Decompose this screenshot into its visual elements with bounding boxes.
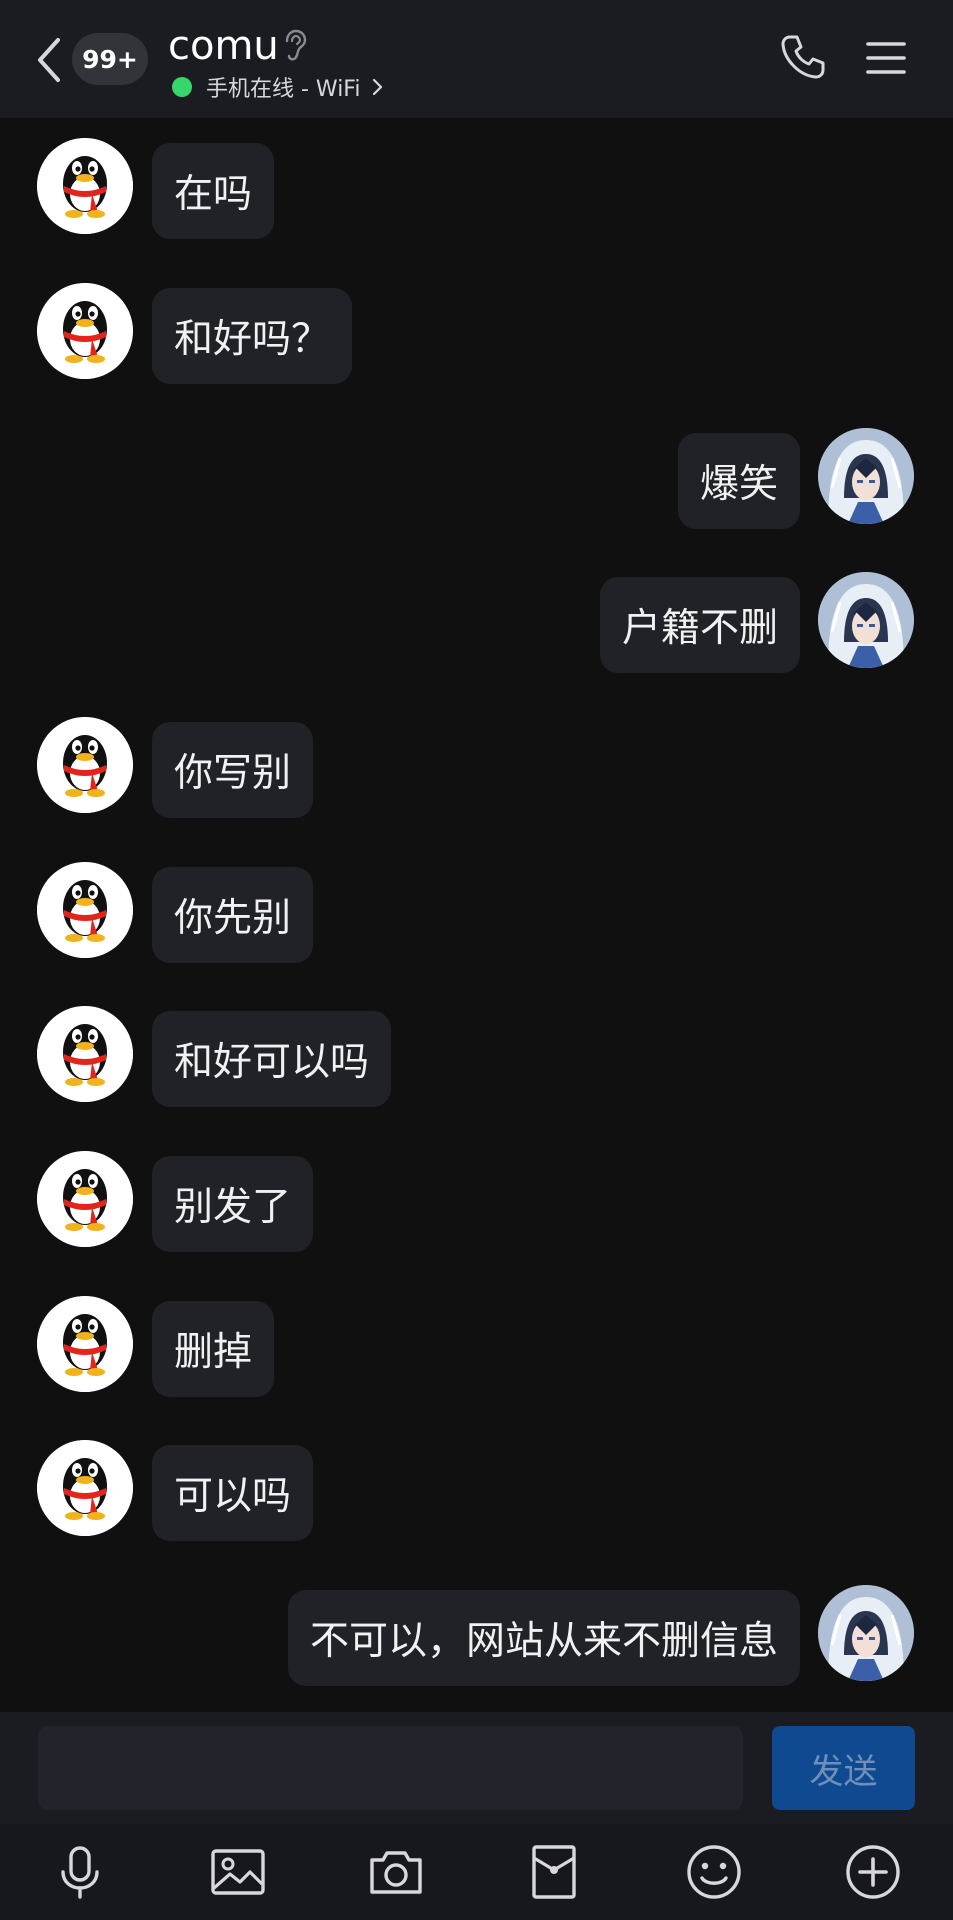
send-button[interactable]: 发送 [772,1726,915,1810]
unread-count-badge[interactable]: 99+ [72,33,148,85]
message-bubble[interactable]: 爆笑 [677,433,800,529]
message-bubble[interactable]: 户籍不删 [599,577,800,673]
message-incoming: 删掉 [0,1296,953,1397]
contact-avatar[interactable] [37,1440,133,1536]
message-bubble[interactable]: 你先别 [152,867,314,963]
penguin-avatar-icon [37,1296,133,1392]
message-outgoing: 不可以，网站从来不删信息 [0,1585,953,1686]
message-outgoing: 户籍不删 [0,572,953,673]
contact-name[interactable]: comu [168,20,279,72]
penguin-avatar-icon [37,717,133,813]
message-incoming: 可以吗 [0,1440,953,1541]
emoji-icon[interactable] [684,1842,744,1902]
message-incoming: 你先别 [0,862,953,963]
user-avatar[interactable] [818,572,914,668]
penguin-avatar-icon [37,138,133,234]
plus-icon[interactable] [843,1842,903,1902]
message-bubble[interactable]: 可以吗 [152,1445,314,1541]
anime-avatar-icon [818,1585,914,1681]
anime-avatar-icon [818,572,914,668]
penguin-avatar-icon [37,1151,133,1247]
contact-avatar[interactable] [37,1151,133,1247]
image-icon[interactable] [208,1842,268,1902]
message-bubble[interactable]: 删掉 [152,1301,275,1397]
contact-avatar[interactable] [37,717,133,813]
contact-avatar[interactable] [37,283,133,379]
chevron-right-icon [373,78,383,96]
red-packet-icon[interactable] [524,1842,584,1902]
penguin-avatar-icon [37,1006,133,1102]
user-avatar[interactable] [818,428,914,524]
contact-avatar[interactable] [37,1006,133,1102]
penguin-avatar-icon [37,283,133,379]
message-incoming: 你写别 [0,717,953,818]
phone-call-icon[interactable] [778,32,828,82]
back-chevron-icon[interactable] [34,36,64,84]
user-avatar[interactable] [818,1585,914,1681]
contact-avatar[interactable] [37,138,133,234]
microphone-icon[interactable] [50,1842,110,1902]
online-status[interactable]: 手机在线 - WiFi [172,72,384,102]
message-incoming: 和好吗？ [0,283,953,384]
message-bubble[interactable]: 在吗 [152,143,275,239]
message-incoming: 别发了 [0,1151,953,1252]
anime-avatar-icon [818,428,914,524]
message-outgoing: 爆笑 [0,428,953,529]
contact-avatar[interactable] [37,1296,133,1392]
online-status-text: 手机在线 - WiFi [206,77,361,102]
penguin-avatar-icon [37,862,133,958]
composer-toolbar [0,1824,953,1920]
camera-icon[interactable] [366,1842,426,1902]
ear-icon [285,29,307,61]
message-bubble[interactable]: 和好可以吗 [152,1011,392,1107]
message-bubble[interactable]: 你写别 [152,722,314,818]
online-dot-icon [172,77,192,97]
composer-bar: 发送 [0,1712,953,1824]
message-bubble[interactable]: 和好吗？ [152,288,353,384]
message-incoming: 和好可以吗 [0,1006,953,1107]
menu-icon[interactable] [866,40,906,76]
message-bubble[interactable]: 别发了 [152,1156,314,1252]
message-bubble[interactable]: 不可以，网站从来不删信息 [287,1590,800,1686]
message-input[interactable] [38,1726,743,1810]
message-incoming: 在吗 [0,138,953,239]
penguin-avatar-icon [37,1440,133,1536]
chat-header: 99+ comu 手机在线 - WiFi [0,0,953,118]
contact-avatar[interactable] [37,862,133,958]
